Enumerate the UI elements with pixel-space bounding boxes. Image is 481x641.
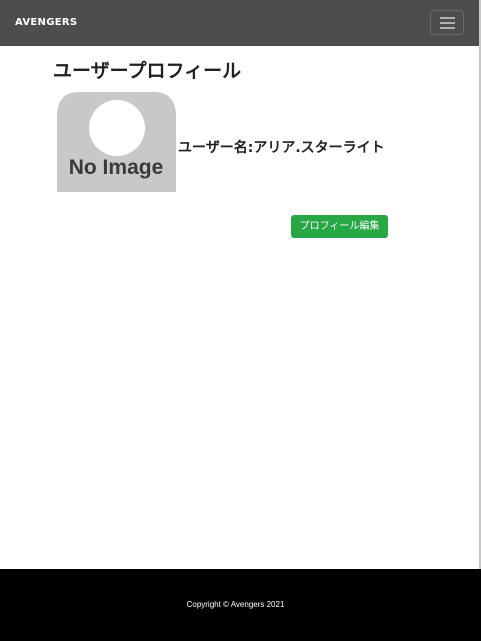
- page-title: ユーザープロフィール: [53, 60, 242, 82]
- navbar: AVENGERS: [0, 0, 479, 46]
- brand-link[interactable]: AVENGERS: [15, 15, 77, 31]
- username-text: ユーザー名:アリア.スターライト: [178, 140, 385, 156]
- copyright-text: Copyright © Avengers 2021: [186, 600, 285, 609]
- page: AVENGERS ユーザープロフィール No Image ユーザー名:アリア.ス…: [0, 0, 481, 641]
- navbar-toggler-button[interactable]: [430, 10, 464, 35]
- avatar-image: No Image: [57, 92, 176, 192]
- edit-profile-button[interactable]: プロフィール編集: [291, 215, 388, 238]
- no-image-label: No Image: [69, 156, 164, 179]
- user-silhouette-icon: No Image: [57, 92, 176, 192]
- footer: Copyright © Avengers 2021: [0, 569, 481, 641]
